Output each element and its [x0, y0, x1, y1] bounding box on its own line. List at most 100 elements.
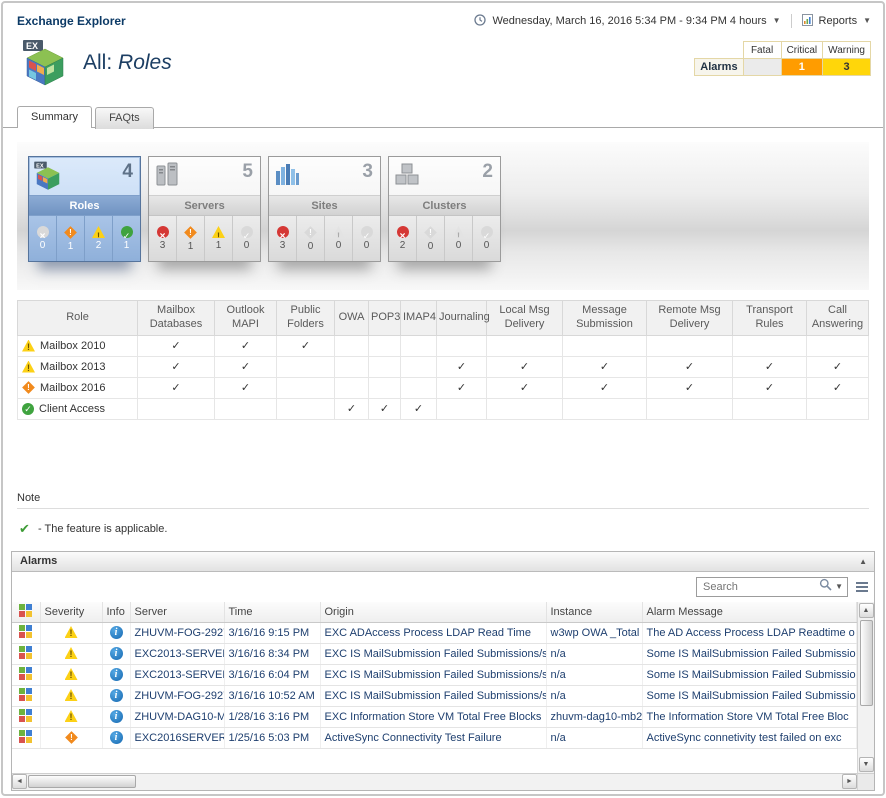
servers-fatal-alarms[interactable]: 3: [149, 216, 176, 261]
exchange-icon: [19, 604, 32, 617]
roles-critical-alarms[interactable]: 1: [56, 216, 84, 261]
tile-sites[interactable]: 3 Sites 3 0 0 0: [268, 156, 381, 262]
search-input[interactable]: [703, 581, 816, 593]
clusters-normal-alarms[interactable]: 0: [472, 216, 500, 261]
col-instance[interactable]: Instance: [546, 602, 642, 623]
scroll-down-button[interactable]: ▼: [859, 757, 874, 772]
scroll-up-button[interactable]: ▲: [859, 603, 874, 618]
info-icon[interactable]: [110, 731, 123, 744]
alarm-server: ZHUVM-DAG10-MB2: [130, 706, 224, 727]
tab-bar: Summary FAQts: [3, 105, 883, 128]
clusters-warning-alarms[interactable]: 0: [444, 216, 472, 261]
alarm-time: 3/16/16 9:15 PM: [224, 622, 320, 643]
exchange-icon: [19, 646, 32, 659]
tile-label-clusters: Clusters: [389, 195, 500, 215]
col-severity[interactable]: Severity: [40, 602, 102, 623]
role-mailbox-2016[interactable]: Mailbox 2016: [18, 381, 137, 394]
alarm-row[interactable]: ZHUVM-FOG-2927 3/16/16 9:15 PM EXC ADAcc…: [12, 622, 857, 643]
sites-normal-alarms[interactable]: 0: [352, 216, 380, 261]
roles-fatal-alarms[interactable]: 0: [29, 216, 56, 261]
vertical-scroll-thumb[interactable]: [860, 620, 873, 706]
col-alarm-message[interactable]: Alarm Message: [642, 602, 857, 623]
chevron-down-icon[interactable]: ▼: [773, 17, 781, 25]
info-icon[interactable]: [110, 689, 123, 702]
warning-icon: [92, 226, 105, 238]
alarm-row[interactable]: ZHUVM-DAG10-MB2 1/28/16 3:16 PM EXC Info…: [12, 706, 857, 727]
search-icon[interactable]: [819, 578, 832, 596]
alarm-row[interactable]: EXC2016SERVER 1/25/16 5:03 PM ActiveSync…: [12, 727, 857, 748]
servers-normal-alarms[interactable]: 0: [232, 216, 260, 261]
reports-menu[interactable]: Reports: [819, 15, 858, 27]
fatal-icon: [397, 226, 409, 238]
sites-fatal-alarms[interactable]: 3: [269, 216, 296, 261]
tab-summary[interactable]: Summary: [17, 106, 92, 128]
critical-icon: [64, 226, 77, 239]
time-range-selector[interactable]: Wednesday, March 16, 2016 5:34 PM - 9:34…: [492, 15, 766, 27]
alarm-row[interactable]: EXC2013-SERVER 3/16/16 6:04 PM EXC IS Ma…: [12, 664, 857, 685]
search-box[interactable]: ▼: [696, 577, 848, 597]
tile-servers[interactable]: 5 Servers 3 1 1 0: [148, 156, 261, 262]
roles-normal-alarms[interactable]: 1: [112, 216, 140, 261]
sites-critical-alarms[interactable]: 0: [296, 216, 324, 261]
warning-icon: [65, 710, 78, 722]
alarm-message: Some IS MailSubmission Failed Submission: [642, 664, 857, 685]
scroll-right-button[interactable]: ►: [842, 774, 857, 789]
horizontal-scrollbar[interactable]: ◄ ►: [12, 773, 857, 790]
fatal-count-cell[interactable]: [743, 59, 781, 76]
page-title: All: Roles: [83, 51, 172, 75]
page-title-prefix: All:: [83, 51, 112, 74]
info-icon[interactable]: [110, 647, 123, 660]
alarm-row[interactable]: ZHUVM-FOG-2927 3/16/16 10:52 AM EXC IS M…: [12, 685, 857, 706]
tile-clusters[interactable]: 2 Clusters 2 0 0 0: [388, 156, 501, 262]
warning-icon: [22, 361, 35, 373]
servers-warning-alarms[interactable]: 1: [204, 216, 232, 261]
info-icon[interactable]: [110, 626, 123, 639]
clusters-icon: [393, 161, 421, 194]
vertical-scrollbar[interactable]: ▲ ▼: [857, 602, 874, 773]
tile-label-sites: Sites: [269, 195, 380, 215]
exchange-logo-icon: EX: [21, 39, 69, 92]
info-icon[interactable]: [110, 668, 123, 681]
scroll-left-button[interactable]: ◄: [12, 774, 27, 789]
servers-critical-alarms[interactable]: 1: [176, 216, 204, 261]
reports-icon: [802, 14, 813, 29]
tab-faqts[interactable]: FAQts: [95, 107, 154, 129]
col-message-submission: Message Submission: [563, 301, 647, 336]
matrix-row: Client Access ✓ ✓ ✓: [18, 398, 869, 419]
clusters-fatal-alarms[interactable]: 2: [389, 216, 416, 261]
role-client-access[interactable]: Client Access: [18, 403, 137, 415]
col-select-icon[interactable]: [12, 602, 40, 623]
collapse-panel-icon[interactable]: ▲: [859, 557, 867, 566]
sites-icon: [273, 161, 301, 194]
alarm-server: EXC2016SERVER: [130, 727, 224, 748]
roles-warning-alarms[interactable]: 2: [84, 216, 112, 261]
col-origin[interactable]: Origin: [320, 602, 546, 623]
chevron-down-icon[interactable]: ▼: [863, 17, 871, 25]
warning-count-cell[interactable]: 3: [823, 59, 871, 76]
warning-icon: [65, 689, 78, 701]
horizontal-scroll-thumb[interactable]: [28, 775, 136, 788]
tile-roles[interactable]: EX 4 Roles 0 1 2 1: [28, 156, 141, 262]
sites-warning-alarms[interactable]: 0: [324, 216, 352, 261]
clusters-critical-alarms[interactable]: 0: [416, 216, 444, 261]
clusters-count: 2: [482, 161, 493, 183]
col-owa: OWA: [335, 301, 369, 336]
table-options-icon[interactable]: [856, 582, 868, 592]
alarm-row[interactable]: EXC2013-SERVER 3/16/16 8:34 PM EXC IS Ma…: [12, 643, 857, 664]
info-icon[interactable]: [110, 710, 123, 723]
role-mailbox-2013[interactable]: Mailbox 2013: [18, 361, 137, 373]
warning-icon: [22, 340, 35, 352]
svg-text:EX: EX: [26, 41, 38, 51]
alarm-server: EXC2013-SERVER: [130, 664, 224, 685]
role-mailbox-2010[interactable]: Mailbox 2010: [18, 340, 137, 352]
col-server[interactable]: Server: [130, 602, 224, 623]
alarm-header-row: Severity Info Server Time Origin Instanc…: [12, 602, 857, 623]
alarm-message: The Information Store VM Total Free Bloc: [642, 706, 857, 727]
search-options-icon[interactable]: ▼: [835, 583, 843, 591]
alarm-origin: EXC Information Store VM Total Free Bloc…: [320, 706, 546, 727]
col-info[interactable]: Info: [102, 602, 130, 623]
alarm-origin: EXC ADAccess Process LDAP Read Time: [320, 622, 546, 643]
alarm-origin: ActiveSync Connectivity Test Failure: [320, 727, 546, 748]
col-time[interactable]: Time: [224, 602, 320, 623]
critical-count-cell[interactable]: 1: [781, 59, 823, 76]
